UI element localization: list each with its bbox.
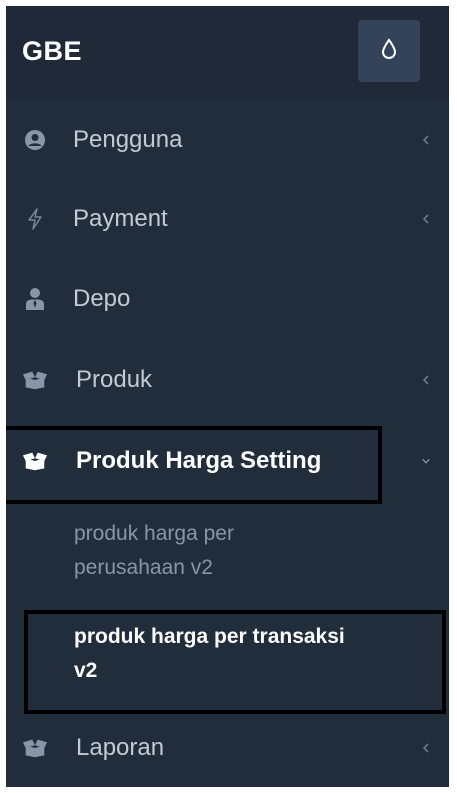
submenu-item-label-line1: produk harga per transaksi xyxy=(74,625,345,648)
sidebar-item-depo[interactable]: Depo xyxy=(6,264,449,334)
sidebar-item-pengguna[interactable]: Pengguna xyxy=(6,105,449,175)
submenu-item-label-line2: perusahaan v2 xyxy=(74,556,213,579)
user-circle-icon xyxy=(22,127,48,153)
sidebar-item-payment[interactable]: Payment xyxy=(6,184,449,254)
theme-toggle-button[interactable] xyxy=(358,20,420,82)
sidebar-item-label: Pengguna xyxy=(73,126,183,153)
brand-logo[interactable]: GBE xyxy=(22,36,82,67)
chevron-left-icon xyxy=(421,741,431,755)
box-open-icon xyxy=(22,367,48,393)
bolt-icon xyxy=(22,206,48,232)
chevron-left-icon xyxy=(421,212,431,226)
sidebar-item-produk-harga-setting[interactable]: Produk Harga Setting xyxy=(6,426,449,496)
sidebar-header: GBE xyxy=(6,6,449,98)
submenu-item-produk-harga-per-perusahaan[interactable]: produk harga per perusahaan v2 xyxy=(74,517,234,585)
chevron-left-icon xyxy=(421,133,431,147)
sidebar-item-label: Produk xyxy=(76,366,153,393)
sidebar-item-produk[interactable]: Produk xyxy=(6,345,449,415)
submenu-item-label-line2: v2 xyxy=(74,659,98,682)
submenu-item-produk-harga-per-transaksi[interactable]: produk harga per transaksi v2 xyxy=(74,620,345,688)
chevron-down-icon xyxy=(421,454,431,468)
user-tie-icon xyxy=(22,286,48,312)
sidebar-item-laporan[interactable]: Laporan xyxy=(6,713,449,783)
sidebar-item-label: Produk Harga Setting xyxy=(76,447,322,474)
sidebar: GBE Pengguna Payment Depo Produk Produk … xyxy=(6,6,449,787)
submenu-item-label-line1: produk harga per xyxy=(74,522,234,545)
chevron-left-icon xyxy=(421,373,431,387)
box-open-icon xyxy=(22,448,48,474)
sidebar-item-label: Laporan xyxy=(76,734,165,761)
box-open-icon xyxy=(22,735,48,761)
droplet-icon xyxy=(381,37,397,65)
sidebar-item-label: Depo xyxy=(73,285,131,312)
sidebar-item-label: Payment xyxy=(73,205,168,232)
